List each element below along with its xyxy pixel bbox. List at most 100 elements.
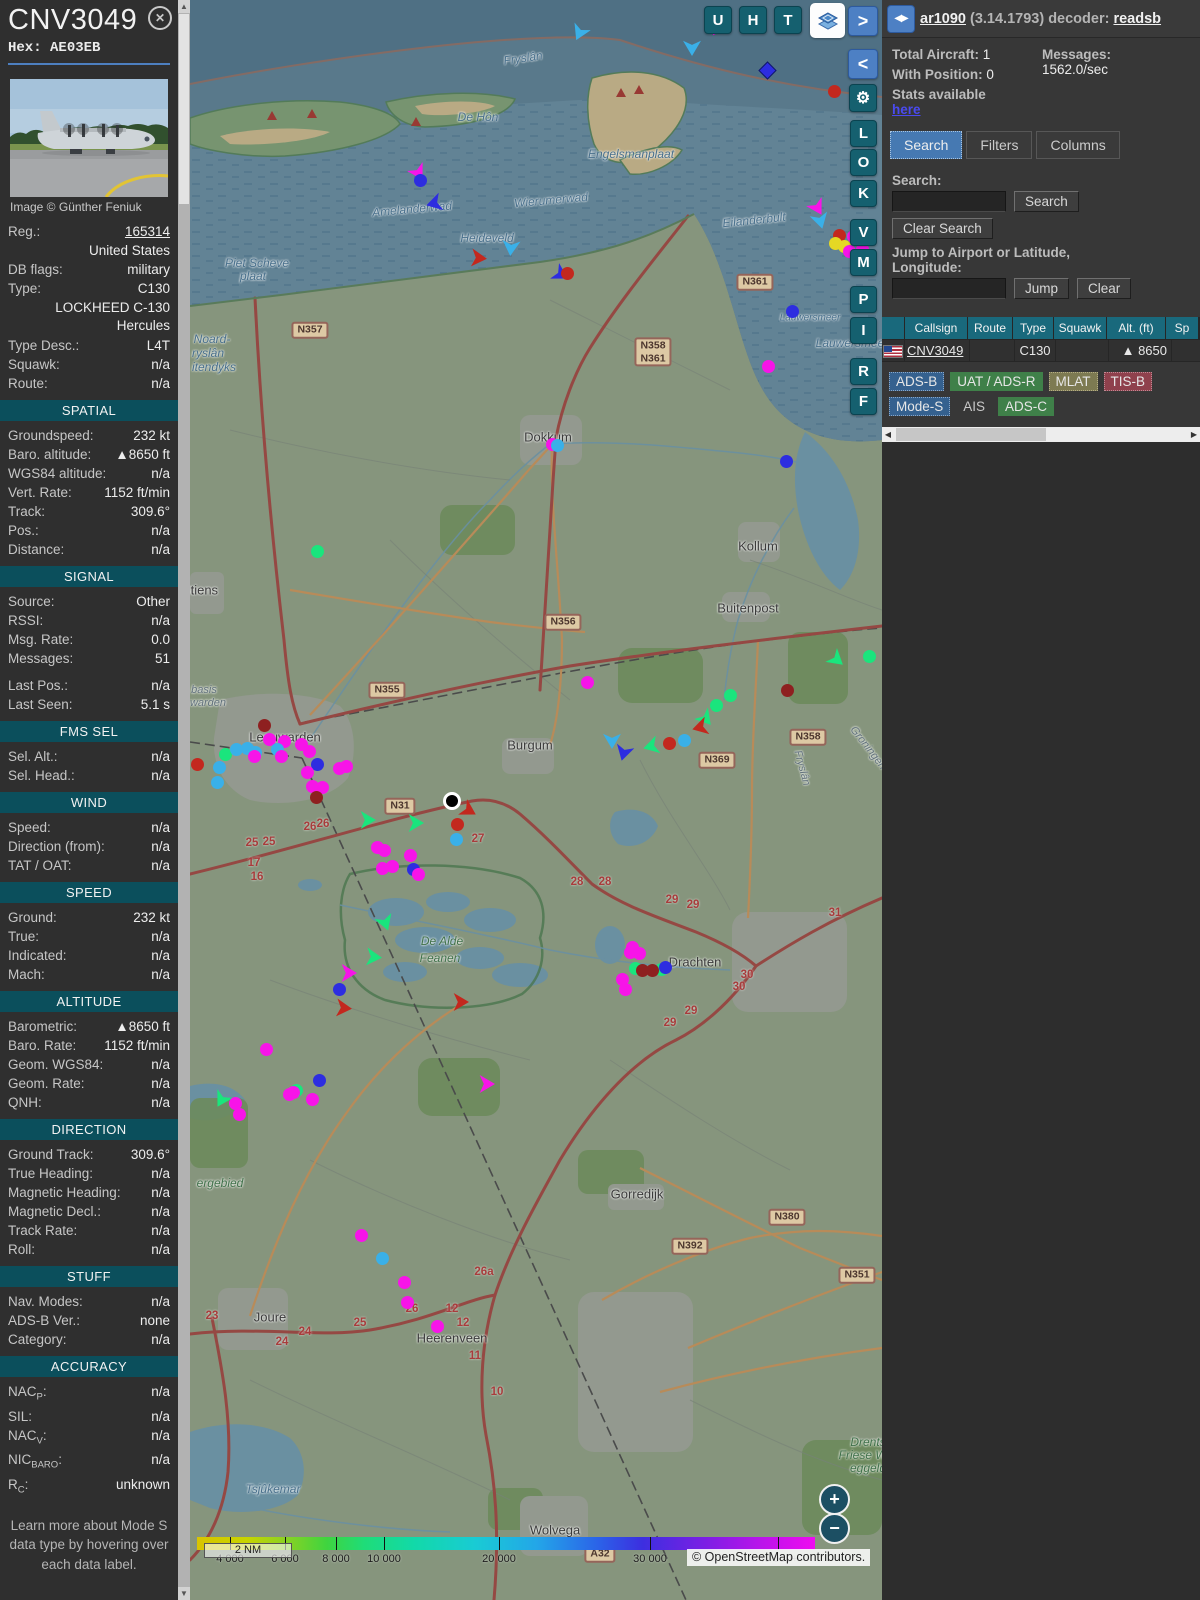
expand-panel-button[interactable]: > (848, 6, 878, 36)
info-label: True Heading: (8, 1164, 93, 1183)
info-value: L4T (79, 336, 170, 355)
stats-block: Total Aircraft: 1 With Position: 0 Stats… (882, 38, 1200, 124)
info-label: Last Pos.: (8, 676, 68, 695)
collapse-panel-button[interactable]: < (848, 49, 878, 79)
column-header (882, 317, 904, 339)
column-header: Alt. (ft) (1107, 317, 1165, 339)
map-button-p[interactable]: P (850, 286, 877, 313)
jump-clear-button[interactable]: Clear (1077, 278, 1131, 299)
readsb-link[interactable]: readsb (1113, 11, 1161, 27)
sidebar-scrollbar[interactable]: ▲ ▼ (178, 0, 190, 1600)
info-label: Track: (8, 502, 45, 521)
message-type-badges: ADS-BUAT / ADS-RMLATTIS-BMode-SAISADS-C (882, 362, 1200, 419)
panel-empty-area (882, 442, 1200, 1600)
hex-code: Hex: AE03EB (8, 40, 170, 56)
hscroll-thumb[interactable] (896, 428, 1046, 441)
zoom-in-button[interactable]: + (819, 1484, 850, 1515)
column-header: Route (968, 317, 1012, 339)
info-row: Baro. Rate:1152 ft/min (0, 1036, 178, 1055)
badge-ais: AIS (956, 397, 992, 416)
section-header: SPATIAL (0, 400, 178, 421)
info-label: Roll: (8, 1240, 35, 1259)
info-value: ▲8650 ft (91, 445, 170, 464)
search-section: Search: Search Clear Search Jump to Airp… (882, 169, 1200, 305)
map-button-f[interactable]: F (850, 388, 877, 415)
info-label: Distance: (8, 540, 64, 559)
aircraft-list-panel: ◀▶ ar1090 (3.14.1793) decoder: readsb To… (882, 0, 1200, 1600)
aircraft-photo[interactable] (10, 79, 168, 197)
app-title: ar1090 (3.14.1793) decoder: readsb (920, 11, 1161, 27)
info-label: RC: (8, 1475, 28, 1500)
info-label: SIL: (8, 1407, 32, 1426)
info-row: Messages:51 (0, 649, 178, 668)
info-value: n/a (47, 1382, 170, 1407)
layer-switcher-button[interactable] (810, 3, 845, 38)
info-row: Track Rate:n/a (0, 1221, 178, 1240)
jump-button[interactable]: Jump (1014, 278, 1069, 299)
info-label: Vert. Rate: (8, 483, 72, 502)
map-button-t[interactable]: T (774, 6, 802, 34)
info-value: 5.1 s (73, 695, 170, 714)
info-value: n/a (105, 837, 170, 856)
scrollbar-thumb[interactable] (179, 14, 189, 204)
close-icon[interactable]: ✕ (148, 6, 172, 30)
map-button-l[interactable]: L (850, 120, 877, 147)
info-value: n/a (75, 766, 170, 785)
zoom-out-button[interactable]: − (819, 1513, 850, 1544)
settings-gear-button[interactable]: ⚙ (849, 84, 877, 112)
info-label: Type: (8, 279, 41, 298)
panel-collapse-button[interactable]: ◀▶ (887, 5, 915, 33)
flag-cell (882, 340, 904, 361)
scroll-down-icon[interactable]: ▼ (178, 1587, 190, 1600)
info-value: n/a (121, 1183, 170, 1202)
search-input[interactable] (892, 191, 1006, 212)
table-row[interactable]: CNV3049C130▲ 8650 (882, 340, 1200, 361)
tab-filters[interactable]: Filters (966, 131, 1032, 159)
map-button-v[interactable]: V (850, 219, 877, 246)
info-row: Pos.:n/a (0, 521, 178, 540)
jump-input[interactable] (892, 278, 1006, 299)
map-button-h[interactable]: H (739, 6, 767, 34)
map-button-u[interactable]: U (704, 6, 732, 34)
stats-here-link[interactable]: here (892, 102, 921, 117)
map-button-m[interactable]: M (850, 249, 877, 276)
row-cell: CNV3049 (905, 340, 969, 361)
info-row: Ground Track:309.6° (0, 1145, 178, 1164)
scroll-right-icon[interactable]: ▶ (1188, 427, 1200, 442)
map-button-o[interactable]: O (850, 149, 877, 176)
map-button-k[interactable]: K (850, 180, 877, 207)
info-row: Barometric:▲8650 ft (0, 1017, 178, 1036)
row-cell (1056, 340, 1108, 361)
tab-search[interactable]: Search (890, 131, 962, 159)
legend-tick-label: 10 000 (367, 1553, 401, 1565)
section-header: ALTITUDE (0, 991, 178, 1012)
info-label: Geom. WGS84: (8, 1055, 103, 1074)
info-value: none (80, 1311, 170, 1330)
badge-mode-s: Mode-S (889, 397, 950, 416)
badge-ads-c: ADS-C (998, 397, 1054, 416)
search-button[interactable]: Search (1014, 191, 1079, 212)
info-label: Magnetic Decl.: (8, 1202, 101, 1221)
map-button-r[interactable]: R (850, 358, 877, 385)
map-button-i[interactable]: I (850, 317, 877, 344)
info-row: Ground:232 kt (0, 908, 178, 927)
info-label: NACV: (8, 1426, 47, 1451)
scroll-up-icon[interactable]: ▲ (178, 0, 190, 13)
scroll-left-icon[interactable]: ◀ (882, 427, 894, 442)
clear-search-button[interactable]: Clear Search (892, 218, 993, 239)
info-value: n/a (67, 1330, 170, 1349)
info-value: ▲8650 ft (77, 1017, 170, 1036)
info-label: Ground: (8, 908, 57, 927)
info-row: Vert. Rate:1152 ft/min (0, 483, 178, 502)
tar1090-link[interactable]: ar1090 (920, 11, 966, 27)
info-value: n/a (58, 747, 170, 766)
info-value: 0.0 (73, 630, 170, 649)
section-header: DIRECTION (0, 1119, 178, 1140)
tab-columns[interactable]: Columns (1036, 131, 1119, 159)
map[interactable]: LeeuwardenStiensDokkumKollumBuitenpostBu… (190, 0, 882, 1600)
panel-header: ◀▶ ar1090 (3.14.1793) decoder: readsb (882, 0, 1200, 38)
info-value[interactable]: 165314 (40, 222, 170, 241)
info-value: n/a (39, 521, 170, 540)
table-horizontal-scrollbar[interactable]: ◀ ▶ (882, 427, 1200, 442)
info-label: Type Desc.: (8, 336, 79, 355)
